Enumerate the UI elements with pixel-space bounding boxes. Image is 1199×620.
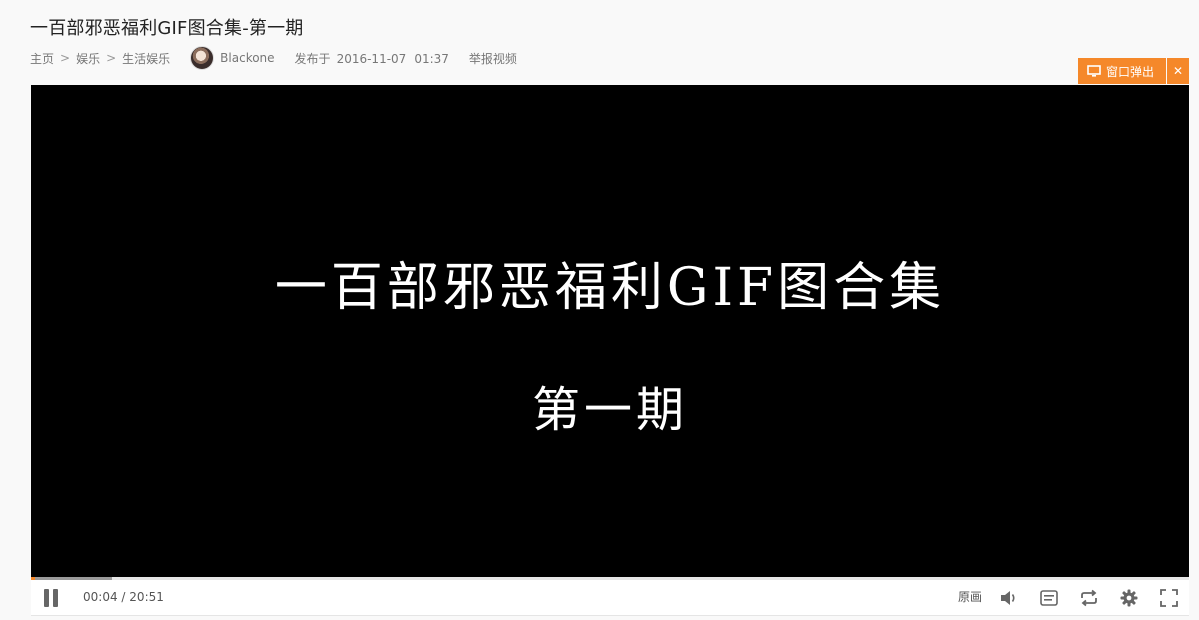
uploader-name[interactable]: Blackone (220, 51, 274, 65)
monitor-icon (1087, 65, 1101, 77)
popout-label: 窗口弹出 (1106, 64, 1155, 79)
video-player[interactable]: 一百部邪恶福利GIF图合集 第一期 (31, 85, 1189, 580)
player-control-bar: 00:04 / 20:51 原画 (31, 577, 1189, 616)
volume-button[interactable] (998, 587, 1020, 609)
report-video-link[interactable]: 举报视频 (469, 50, 517, 67)
time-separator: / (121, 590, 126, 604)
loop-button[interactable] (1078, 587, 1100, 609)
popout-window-control: 窗口弹出 ✕ (1078, 58, 1189, 84)
publish-info: 发布于 2016-11-07 01:37 (295, 50, 449, 67)
page-title: 一百部邪恶福利GIF图合集-第一期 (30, 18, 304, 39)
close-icon: ✕ (1172, 64, 1184, 78)
danmaku-icon (1040, 590, 1058, 606)
popout-close-button[interactable]: ✕ (1167, 58, 1189, 84)
breadcrumb-home[interactable]: 主页 (30, 50, 54, 67)
settings-icon (1120, 589, 1138, 607)
buffered-indicator (31, 577, 113, 580)
fullscreen-icon (1160, 589, 1178, 607)
publish-label: 发布于 (294, 51, 331, 66)
popout-window-button[interactable]: 窗口弹出 (1078, 58, 1166, 84)
current-time: 00:04 (83, 590, 118, 604)
video-meta-bar: 主页 > 娱乐 > 生活娱乐 Blackone 发布于 2016-11-07 01:… (30, 45, 517, 71)
volume-icon (1001, 591, 1015, 605)
duration: 20:51 (129, 590, 164, 604)
publish-date: 2016-11-07 (336, 51, 407, 66)
breadcrumb-separator: > (106, 51, 117, 65)
breadcrumb-entertainment[interactable]: 娱乐 (76, 50, 100, 67)
quality-selector[interactable]: 原画 (958, 588, 982, 605)
fullscreen-button[interactable] (1158, 587, 1180, 609)
danmaku-toggle[interactable] (1038, 587, 1060, 609)
played-indicator (31, 577, 35, 580)
breadcrumb-separator: > (60, 51, 71, 65)
progress-bar[interactable] (31, 577, 1189, 580)
video-frame-title: 一百部邪恶福利GIF图合集 (274, 258, 946, 318)
pause-icon (44, 589, 58, 607)
pause-button[interactable] (40, 587, 62, 609)
loop-icon (1081, 589, 1097, 607)
settings-button[interactable] (1118, 587, 1140, 609)
breadcrumb-life-entertainment[interactable]: 生活娱乐 (122, 50, 170, 67)
time-readout: 00:04 / 20:51 (83, 590, 164, 604)
publish-time: 01:37 (414, 51, 449, 66)
video-frame-subtitle: 第一期 (531, 382, 688, 438)
uploader-avatar[interactable] (190, 46, 215, 70)
